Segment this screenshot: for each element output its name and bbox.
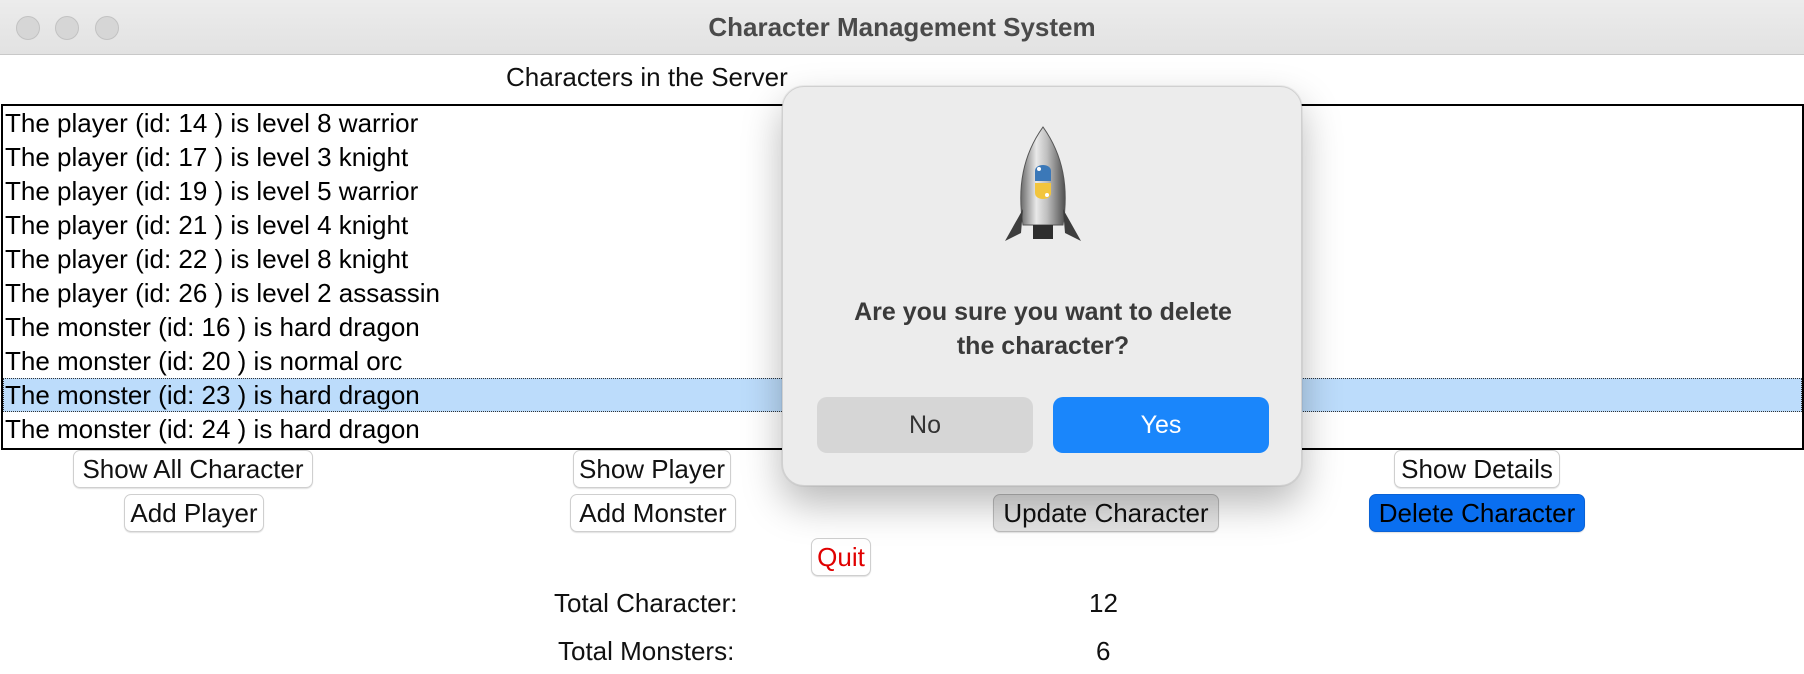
list-heading: Characters in the Server: [506, 62, 788, 92]
main-window: Character Management System Characters i…: [0, 0, 1804, 674]
show-player-button[interactable]: Show Player: [573, 450, 731, 488]
confirm-delete-dialog: Are you sure you want to delete the char…: [782, 86, 1302, 486]
total-monsters-value: 6: [1096, 636, 1111, 666]
dialog-message-line-1: Are you sure you want to delete: [854, 298, 1232, 326]
title-bar[interactable]: Character Management System: [0, 0, 1804, 55]
delete-character-button[interactable]: Delete Character: [1369, 494, 1585, 532]
no-button[interactable]: No: [817, 397, 1033, 453]
python-launcher-rocket-icon: [993, 125, 1093, 255]
update-character-button[interactable]: Update Character: [993, 494, 1219, 532]
show-details-button[interactable]: Show Details: [1394, 450, 1560, 488]
total-character-label: Total Character:: [554, 588, 738, 618]
yes-button[interactable]: Yes: [1053, 397, 1269, 453]
total-monsters-label: Total Monsters:: [558, 636, 735, 666]
add-monster-button[interactable]: Add Monster: [570, 494, 736, 532]
add-player-button[interactable]: Add Player: [124, 494, 264, 532]
show-all-character-button[interactable]: Show All Character: [73, 450, 313, 488]
quit-button[interactable]: Quit: [811, 538, 871, 576]
window-title: Character Management System: [708, 12, 1096, 42]
dialog-message-line-2: the character?: [956, 332, 1130, 360]
dialog-message: Are you sure you want to delete the char…: [823, 295, 1263, 363]
total-character-value: 12: [1089, 588, 1118, 618]
